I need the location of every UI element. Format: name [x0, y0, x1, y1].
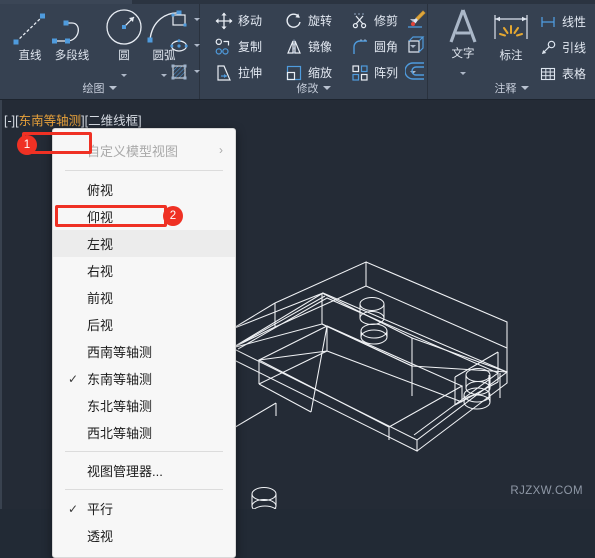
menu-separator [65, 489, 223, 490]
tool-array-label: 阵列 [374, 66, 399, 80]
boss-top [359, 296, 388, 345]
menu-item-se-isometric-view[interactable]: ✓ 东南等轴测 [53, 365, 235, 392]
tool-scale-label: 缩放 [308, 66, 333, 80]
tool-match-properties[interactable] [405, 6, 429, 31]
menu-item-check-icon: ✓ [67, 371, 79, 386]
menu-item-label: 视图管理器... [87, 464, 163, 479]
panel-annotate-title-label: 注释 [494, 83, 517, 95]
tool-copy[interactable]: 复制 [214, 34, 262, 59]
tool-fillet-label: 圆角 [374, 40, 399, 54]
tool-leader-label: 引线 [562, 41, 587, 55]
trim-icon [350, 11, 370, 31]
viewport-label-view-name[interactable]: 东南等轴测 [19, 114, 82, 128]
menu-item-label: 东北等轴测 [87, 399, 153, 414]
linear-dim-icon [538, 12, 558, 32]
menu-item-label: 自定义模型视图 [87, 143, 179, 159]
tool-dimension-label: 标注 [499, 50, 523, 62]
tool-dimension[interactable]: 标注 [486, 8, 536, 63]
tool-polyline[interactable]: 多段线 [44, 8, 100, 63]
tool-leader[interactable]: 引线 [538, 35, 595, 60]
tool-copy-label: 复制 [238, 40, 263, 54]
dimension-icon [486, 8, 536, 50]
menu-item-label: 西北等轴测 [87, 426, 153, 441]
menu-item-view-manager[interactable]: 视图管理器... [53, 457, 235, 484]
panel-modify-title-label: 修改 [296, 83, 319, 95]
viewport-label-prefix: [-] [4, 114, 16, 128]
brush-icon [405, 8, 427, 30]
rectangle-icon [168, 9, 190, 31]
annotation-box-2 [55, 205, 167, 227]
menu-separator [65, 170, 223, 171]
fillet-icon [350, 37, 370, 57]
annotation-badge-1: 1 [17, 135, 37, 155]
chevron-right-icon: › [219, 143, 223, 157]
panel-annotate-expand-icon[interactable] [520, 86, 529, 90]
tool-text-label: 文字 [451, 48, 475, 60]
text-dropdown[interactable] [438, 62, 488, 80]
tool-extrude[interactable] [405, 32, 429, 57]
panel-modify: 移动 旋转 修剪 复制 镜像 圆角 拉伸 缩放 阵列 修改 [200, 4, 428, 99]
menu-item-back-view[interactable]: 后视 [53, 311, 235, 338]
watermark: RJZXW.COM [510, 485, 583, 497]
panel-draw: 直线 多段线 圆 圆弧 绘图 [0, 4, 200, 99]
tool-rotate[interactable]: 旋转 [284, 8, 332, 33]
tool-move[interactable]: 移动 [214, 8, 262, 33]
leader-icon [538, 38, 558, 58]
menu-item-label: 右视 [87, 264, 114, 279]
autocad-window: 直线 多段线 圆 圆弧 绘图 移动 旋转 修剪 复制 镜像 圆角 拉伸 缩放 阵… [0, 0, 595, 558]
box-icon [405, 34, 427, 56]
menu-item-label: 左视 [87, 237, 114, 252]
tool-polyline-label: 多段线 [54, 50, 90, 62]
panel-annotate-title[interactable]: 注释 [428, 80, 595, 96]
tool-linear-dimension[interactable]: 线性 [538, 9, 595, 34]
menu-item-perspective-projection[interactable]: 透视 [53, 522, 235, 549]
panel-modify-expand-icon[interactable] [322, 86, 331, 90]
menu-item-front-view[interactable]: 前视 [53, 284, 235, 311]
tool-mirror-label: 镜像 [308, 40, 333, 54]
menu-item-label: 后视 [87, 318, 114, 333]
rotate-icon [284, 11, 304, 31]
panel-draw-title-label: 绘图 [82, 83, 105, 95]
viewport-label-visual-style[interactable]: [二维线框] [85, 114, 142, 128]
annotation-badge-2: 2 [163, 206, 183, 226]
viewport-label[interactable]: [-][东南等轴测][二维线框] [4, 110, 142, 129]
menu-item-label: 西南等轴测 [87, 345, 153, 360]
copy-icon [214, 37, 234, 57]
menu-item-left-view[interactable]: 左视 [53, 230, 235, 257]
tool-mirror[interactable]: 镜像 [284, 34, 332, 59]
panel-annotate: 文字 标注 线性 引线 表格 注释 [428, 4, 595, 99]
tool-linear-dimension-label: 线性 [562, 15, 587, 29]
polyline-icon [44, 8, 100, 50]
move-icon [214, 11, 234, 31]
ribbon: 直线 多段线 圆 圆弧 绘图 移动 旋转 修剪 复制 镜像 圆角 拉伸 缩放 阵… [0, 0, 595, 100]
tool-trim-label: 修剪 [374, 14, 399, 28]
tool-rotate-label: 旋转 [308, 14, 333, 28]
menu-item-ne-isometric-view[interactable]: 东北等轴测 [53, 392, 235, 419]
offset-icon [405, 60, 427, 82]
menu-item-label: 透视 [87, 529, 114, 544]
menu-item-label: 前视 [87, 291, 114, 306]
mirror-icon [284, 37, 304, 57]
menu-item-nw-isometric-view[interactable]: 西北等轴测 [53, 419, 235, 446]
boss-bottom-left [251, 486, 277, 509]
menu-item-label: 俯视 [87, 183, 114, 198]
text-a-icon [438, 4, 488, 48]
menu-separator [65, 451, 223, 452]
menu-item-sw-isometric-view[interactable]: 西南等轴测 [53, 338, 235, 365]
view-dropdown-menu: 自定义模型视图 › 俯视 仰视 左视 右视 前视 后视 西南等轴测 ✓ 东南等轴测 东北等轴测 西北等轴… [52, 128, 236, 558]
menu-item-label: 东南等轴测 [87, 372, 153, 387]
panel-draw-title[interactable]: 绘图 [0, 80, 199, 96]
ellipse-icon [168, 35, 190, 57]
panel-modify-title[interactable]: 修改 [200, 80, 427, 96]
panel-draw-expand-icon[interactable] [108, 86, 117, 90]
menu-item-top-view[interactable]: 俯视 [53, 176, 235, 203]
tool-stretch-label: 拉伸 [238, 66, 263, 80]
menu-item-right-view[interactable]: 右视 [53, 257, 235, 284]
tool-move-label: 移动 [238, 14, 263, 28]
tool-text[interactable]: 文字 [438, 4, 488, 80]
